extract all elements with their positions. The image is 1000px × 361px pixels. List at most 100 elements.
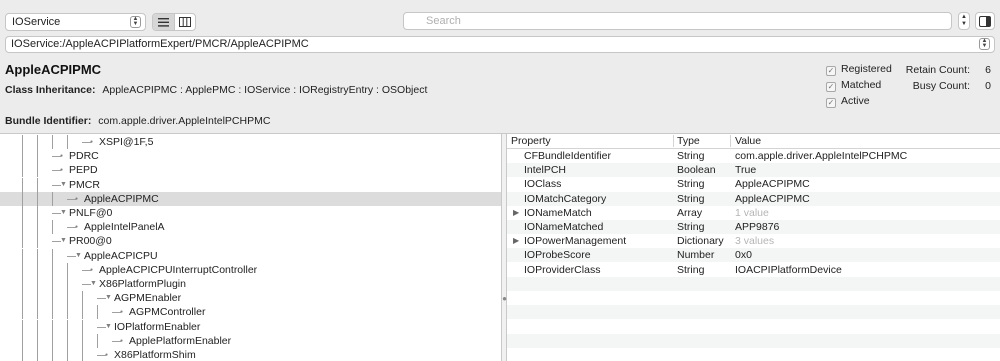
- tree-guide-line: [82, 348, 83, 361]
- tree-node-dot-icon: ●: [120, 309, 124, 316]
- tree-guide-line: [22, 248, 23, 263]
- property-row[interactable]: IOProviderClass String IOACPIPlatformDevic…: [507, 263, 1000, 277]
- tree-guide-line: [37, 191, 38, 206]
- tree-row[interactable]: ▼ PR00@0: [0, 234, 501, 249]
- tree-node-dot-icon: ●: [90, 266, 94, 273]
- path-bar[interactable]: IOService:/AppleACPIPlatformExpert/PMCR/…: [5, 36, 995, 53]
- tree-row[interactable]: ▼ IOPlatformEnabler: [0, 319, 501, 334]
- retain-count-value: 6: [985, 64, 991, 76]
- tree-row[interactable]: ▼ PNLF@0: [0, 206, 501, 220]
- tree-row[interactable]: ● PDRC: [0, 149, 501, 164]
- tree-guide-line: [82, 291, 83, 306]
- registered-checkbox[interactable]: ✓ Registered: [826, 63, 892, 77]
- view-mode-toggle: [152, 13, 196, 31]
- property-table: Property Type Value CFBundleIdentifier St…: [507, 134, 1000, 361]
- property-row[interactable]: IONameMatched String APP9876: [507, 220, 1000, 234]
- tree-row[interactable]: ● X86PlatformShim: [0, 348, 501, 361]
- tree-guide-line: [22, 135, 23, 149]
- property-row[interactable]: IntelPCH Boolean True: [507, 163, 1000, 178]
- tree-node-label: AppleACPIPMC: [84, 192, 159, 205]
- tree-row[interactable]: ● AppleIntelPanelA: [0, 220, 501, 235]
- tree-guide-line: [22, 191, 23, 206]
- search-scope-stepper[interactable]: ▲ ▼: [958, 12, 970, 30]
- tree-row[interactable]: ● AGPMController: [0, 305, 501, 320]
- property-key: IOProviderClass: [524, 263, 601, 276]
- tree-row[interactable]: ● XSPI@1F,5: [0, 135, 501, 149]
- tree-node-dot-icon: ●: [120, 337, 124, 344]
- property-row[interactable]: IOProbeScore Number 0x0: [507, 248, 1000, 263]
- tree-guide-line: [52, 319, 53, 334]
- tree-guide-line: [22, 206, 23, 220]
- property-row[interactable]: CFBundleIdentifier String com.apple.driver…: [507, 149, 1000, 163]
- registry-tree[interactable]: ● XSPI@1F,5 ● PDRC ● PEPD ▼ PMCR ● AppleACPIPMC ▼ P…: [0, 134, 501, 361]
- tree-guide-line: [67, 319, 68, 334]
- disclosure-triangle-icon[interactable]: ▶: [513, 206, 519, 220]
- tree-node-label: X86PlatformShim: [114, 349, 196, 361]
- property-table-header: Property Type Value: [507, 134, 1000, 149]
- property-value: IOACPIPlatformDevice: [735, 263, 842, 276]
- tree-row[interactable]: ● AppleACPIPMC: [0, 191, 501, 206]
- matched-checkbox[interactable]: ✓ Matched: [826, 79, 881, 93]
- tree-guide-line: [37, 206, 38, 220]
- property-type: String: [677, 150, 705, 162]
- column-header-type[interactable]: Type: [677, 134, 700, 149]
- tree-row[interactable]: ▼ AppleACPICPU: [0, 248, 501, 263]
- disclosure-triangle-icon[interactable]: ▶: [513, 234, 519, 248]
- column-header-value[interactable]: Value: [735, 134, 761, 149]
- disclosure-triangle-icon[interactable]: ▼: [90, 277, 97, 291]
- search-field[interactable]: [403, 12, 952, 30]
- column-separator[interactable]: [730, 135, 731, 147]
- active-checkbox[interactable]: ✓ Active: [826, 95, 870, 109]
- tree-node-label: AppleACPICPU: [84, 249, 158, 262]
- property-row[interactable]: ▶ IOPowerManagement Dictionary 3 values: [507, 234, 1000, 248]
- property-row[interactable]: IOClass String AppleACPIPMC: [507, 177, 1000, 191]
- tree-row[interactable]: ● AppleACPICPUInterruptController: [0, 262, 501, 277]
- property-type: Dictionary: [677, 235, 724, 248]
- tree-guide-line: [52, 248, 53, 263]
- empty-row: [507, 319, 1000, 333]
- tree-guide-line: [37, 248, 38, 263]
- search-input[interactable]: [426, 14, 926, 28]
- columns-icon: [178, 17, 191, 27]
- inspector-button[interactable]: [975, 12, 995, 30]
- tree-row[interactable]: ● PEPD: [0, 163, 501, 178]
- inheritance-value: AppleACPIPMC : ApplePMC : IOService : IO…: [102, 84, 428, 96]
- property-value: AppleACPIPMC: [735, 178, 810, 191]
- tree-node-label: AppleACPICPUInterruptController: [99, 263, 258, 276]
- tree-guide-line: [37, 305, 38, 320]
- disclosure-triangle-icon[interactable]: ▼: [75, 249, 82, 263]
- tree-node-dot-icon: ●: [60, 167, 64, 174]
- tree-guide-line: [52, 291, 53, 306]
- tree-guide-line: [22, 149, 23, 164]
- list-view-button[interactable]: [153, 14, 174, 30]
- property-row[interactable]: ▶ IONameMatch Array 1 value: [507, 206, 1000, 220]
- tree-node-label: AGPMEnabler: [114, 292, 182, 305]
- tree-node-dot-icon: ●: [75, 224, 79, 231]
- disclosure-triangle-icon[interactable]: ▼: [60, 178, 67, 192]
- tree-guide-line: [37, 149, 38, 164]
- property-type: String: [677, 263, 705, 276]
- disclosure-triangle-icon[interactable]: ▼: [105, 291, 112, 305]
- tree-row[interactable]: ● ApplePlatformEnabler: [0, 333, 501, 348]
- column-separator[interactable]: [673, 135, 674, 147]
- property-row[interactable]: IOMatchCategory String AppleACPIPMC: [507, 191, 1000, 206]
- tree-row[interactable]: ▼ PMCR: [0, 177, 501, 192]
- column-view-button[interactable]: [173, 14, 196, 30]
- empty-row: [507, 348, 1000, 361]
- tree-node-label: PNLF@0: [69, 207, 113, 219]
- column-header-property[interactable]: Property: [511, 134, 551, 149]
- tree-guide-line: [22, 220, 23, 235]
- updown-icon: ▲ ▼: [961, 14, 967, 27]
- property-value: AppleACPIPMC: [735, 192, 810, 205]
- tree-node-label: PMCR: [69, 178, 100, 191]
- disclosure-triangle-icon[interactable]: ▼: [60, 206, 67, 220]
- property-type: Boolean: [677, 164, 716, 177]
- disclosure-triangle-icon[interactable]: ▼: [105, 320, 112, 334]
- tree-guide-line: [97, 305, 98, 320]
- tree-row[interactable]: ▼ AGPMEnabler: [0, 291, 501, 306]
- tree-row[interactable]: ▼ X86PlatformPlugin: [0, 277, 501, 291]
- class-inheritance: Class Inheritance: AppleACPIPMC : AppleP…: [5, 84, 427, 96]
- inspector-icon: [979, 16, 991, 27]
- disclosure-triangle-icon[interactable]: ▼: [60, 234, 67, 248]
- plane-select[interactable]: IOService ▲ ▼: [5, 13, 146, 31]
